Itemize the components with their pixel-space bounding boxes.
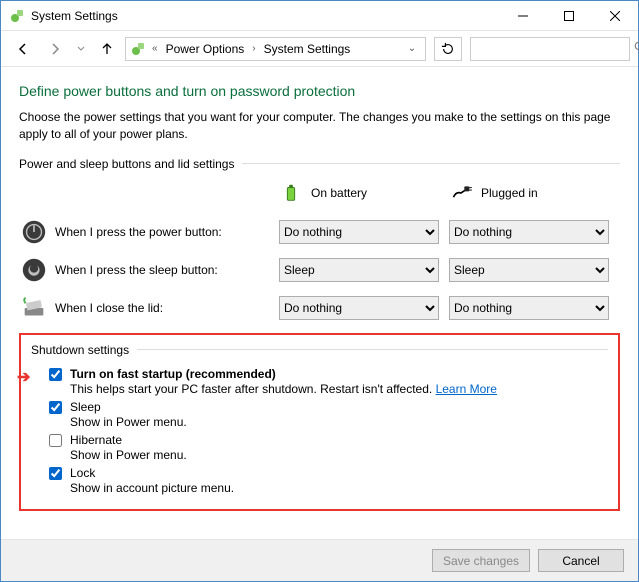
sleep-button-battery-select[interactable]: Sleep bbox=[279, 258, 439, 282]
sleep-option-row: Sleep Show in Power menu. bbox=[49, 400, 608, 429]
navbar: « Power Options › System Settings ⌄ bbox=[1, 31, 638, 67]
search-input[interactable] bbox=[475, 41, 634, 57]
fast-startup-description: This helps start your PC faster after sh… bbox=[70, 382, 497, 396]
breadcrumb-system-settings[interactable]: System Settings bbox=[262, 42, 353, 56]
sleep-button-icon bbox=[19, 255, 49, 285]
system-settings-window: System Settings « Power Options › System… bbox=[0, 0, 639, 582]
on-battery-label: On battery bbox=[311, 186, 367, 200]
hibernate-option-label: Hibernate bbox=[70, 433, 187, 447]
forward-button[interactable] bbox=[41, 35, 69, 63]
back-button[interactable] bbox=[9, 35, 37, 63]
app-icon bbox=[9, 8, 25, 24]
search-box[interactable] bbox=[470, 37, 630, 61]
sleep-button-plugged-select[interactable]: Sleep bbox=[449, 258, 609, 282]
power-button-battery-select[interactable]: Do nothing bbox=[279, 220, 439, 244]
lock-option-row: Lock Show in account picture menu. bbox=[49, 466, 608, 495]
hibernate-checkbox[interactable] bbox=[49, 434, 62, 447]
sleep-button-label: When I press the sleep button: bbox=[49, 263, 279, 277]
footer: Save changes Cancel bbox=[1, 539, 638, 581]
lid-battery-select[interactable]: Do nothing bbox=[279, 296, 439, 320]
maximize-button[interactable] bbox=[546, 1, 592, 30]
shutdown-settings-group-label: Shutdown settings bbox=[31, 343, 608, 357]
power-button-label: When I press the power button: bbox=[49, 225, 279, 239]
content-area: Define power buttons and turn on passwor… bbox=[1, 67, 638, 539]
hibernate-option-description: Show in Power menu. bbox=[70, 448, 187, 462]
window-controls bbox=[500, 1, 638, 30]
on-battery-header: On battery bbox=[279, 181, 449, 205]
learn-more-link[interactable]: Learn More bbox=[436, 382, 497, 396]
minimize-button[interactable] bbox=[500, 1, 546, 30]
lid-close-label: When I close the lid: bbox=[49, 301, 279, 315]
up-button[interactable] bbox=[93, 35, 121, 63]
breadcrumb-chevron-icon[interactable]: › bbox=[250, 43, 257, 54]
sleep-button-row: When I press the sleep button: Sleep Sle… bbox=[19, 251, 620, 289]
lock-option-label: Lock bbox=[70, 466, 234, 480]
power-button-plugged-select[interactable]: Do nothing bbox=[449, 220, 609, 244]
power-button-row: When I press the power button: Do nothin… bbox=[19, 213, 620, 251]
power-button-icon bbox=[19, 217, 49, 247]
battery-icon bbox=[279, 181, 303, 205]
plug-icon bbox=[449, 181, 473, 205]
recent-locations-button[interactable] bbox=[73, 35, 89, 63]
sleep-option-label: Sleep bbox=[70, 400, 187, 414]
lid-close-row: When I close the lid: Do nothing Do noth… bbox=[19, 289, 620, 327]
fast-startup-label: Turn on fast startup (recommended) bbox=[70, 367, 497, 381]
fast-startup-checkbox[interactable] bbox=[49, 368, 62, 381]
annotation-highlight-box: ➔ Shutdown settings Turn on fast startup… bbox=[19, 333, 620, 511]
breadcrumb-dropdown-icon[interactable]: ⌄ bbox=[403, 43, 421, 54]
cancel-button[interactable]: Cancel bbox=[538, 549, 624, 572]
sleep-option-description: Show in Power menu. bbox=[70, 415, 187, 429]
close-button[interactable] bbox=[592, 1, 638, 30]
refresh-button[interactable] bbox=[434, 37, 462, 61]
lock-option-description: Show in account picture menu. bbox=[70, 481, 234, 495]
sleep-checkbox[interactable] bbox=[49, 401, 62, 414]
plugged-in-label: Plugged in bbox=[481, 186, 538, 200]
lock-checkbox[interactable] bbox=[49, 467, 62, 480]
plugged-in-header: Plugged in bbox=[449, 181, 619, 205]
fast-startup-row: Turn on fast startup (recommended) This … bbox=[49, 367, 608, 396]
titlebar: System Settings bbox=[1, 1, 638, 31]
address-bar[interactable]: « Power Options › System Settings ⌄ bbox=[125, 37, 426, 61]
laptop-lid-icon bbox=[19, 293, 49, 323]
page-heading: Define power buttons and turn on passwor… bbox=[19, 83, 620, 99]
breadcrumb-power-options[interactable]: Power Options bbox=[164, 42, 247, 56]
window-title: System Settings bbox=[31, 9, 500, 23]
hibernate-option-row: Hibernate Show in Power menu. bbox=[49, 433, 608, 462]
power-buttons-group-label: Power and sleep buttons and lid settings bbox=[19, 157, 620, 171]
page-description: Choose the power settings that you want … bbox=[19, 109, 620, 143]
control-panel-icon bbox=[130, 41, 146, 57]
lid-plugged-select[interactable]: Do nothing bbox=[449, 296, 609, 320]
save-changes-button[interactable]: Save changes bbox=[432, 549, 530, 572]
search-icon[interactable] bbox=[634, 41, 639, 57]
annotation-arrow-icon: ➔ bbox=[17, 367, 30, 387]
column-headers: On battery Plugged in bbox=[19, 181, 620, 205]
breadcrumb-chevron-icon[interactable]: « bbox=[150, 43, 160, 54]
